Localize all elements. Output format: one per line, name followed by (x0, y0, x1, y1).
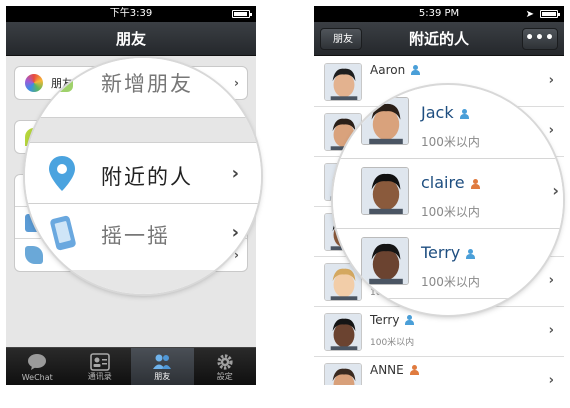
battery-icon (232, 10, 252, 18)
chevron-right-icon: › (552, 111, 559, 130)
person-name: Jack (421, 103, 469, 122)
status-bar: 5:39 PM ➤ (314, 6, 564, 22)
male-gender-icon (466, 249, 476, 259)
magnified-list-item[interactable]: Terry 100米以内 › (333, 229, 563, 299)
tab-label: 朋友 (154, 372, 171, 381)
person-name: claire (421, 173, 480, 192)
chevron-right-icon: › (548, 373, 554, 385)
shake-phone-icon (50, 215, 76, 251)
magnifier-right: Jack 100米以内 › claire 100米以内 › Terry 100米… (333, 85, 563, 315)
chevron-right-icon: › (552, 251, 559, 270)
magnified-row-add-friend[interactable]: 新增朋友 › (25, 58, 261, 118)
chevron-right-icon: › (548, 323, 554, 338)
page-title: 附近的人 (408, 30, 469, 48)
male-gender-icon (459, 109, 469, 119)
avatar (361, 167, 409, 215)
tab-label: 設定 (216, 372, 233, 381)
magnified-row-nearby[interactable]: 附近的人 › (25, 142, 261, 204)
chevron-right-icon: › (548, 73, 554, 88)
person-name: Terry (370, 313, 415, 327)
gear-icon (217, 354, 233, 370)
tab-label: WeChat (21, 373, 53, 382)
male-gender-icon (405, 315, 415, 325)
chevron-right-icon: › (552, 181, 559, 200)
magnified-list-item[interactable]: Jack 100米以内 › (333, 89, 563, 159)
chat-bubble-icon (28, 354, 47, 370)
tab-bar: WeChat 通讯录 朋友 設定 (6, 347, 256, 385)
nav-bar: 朋友 (6, 22, 256, 56)
tab-wechat[interactable]: WeChat (6, 348, 69, 385)
tab-label: 通讯录 (87, 372, 112, 381)
contacts-card-icon (89, 353, 110, 371)
status-bar: 下午3:39 (6, 6, 256, 22)
status-time: 下午3:39 (109, 8, 153, 19)
person-name: Aaron (370, 63, 421, 77)
group-separator (25, 118, 261, 142)
more-button[interactable]: ••• (522, 28, 558, 50)
person-distance: 100米以内 (421, 275, 480, 289)
add-friend-icon (47, 66, 73, 92)
tab-friends[interactable]: 朋友 (131, 348, 194, 385)
chevron-right-icon: › (231, 222, 239, 243)
magnified-list-item[interactable]: claire 100米以内 › (333, 159, 563, 229)
status-time: 5:39 PM (418, 8, 460, 19)
person-name: ANNE (370, 363, 419, 377)
magnified-label: 新增朋友 (101, 72, 193, 96)
battery-level (234, 12, 247, 16)
nav-bar: 朋友 附近的人 ••• (314, 22, 564, 56)
male-gender-icon (411, 65, 421, 75)
person-distance: 100米以内 (421, 205, 480, 219)
avatar (324, 313, 362, 351)
lens-background (25, 270, 261, 294)
magnified-label: 附近的人 (101, 165, 193, 189)
tab-settings[interactable]: 設定 (194, 348, 257, 385)
person-distance: 100米以内 (370, 338, 415, 348)
chevron-right-icon: › (231, 163, 239, 184)
tab-contacts[interactable]: 通讯录 (69, 348, 132, 385)
location-arrow-icon: ➤ (525, 9, 534, 20)
female-gender-icon (409, 365, 419, 375)
avatar (324, 363, 362, 385)
magnified-row-shake[interactable]: 摇一摇 › (25, 204, 261, 270)
battery-level (542, 12, 557, 16)
location-pin-icon (49, 156, 75, 191)
magnified-label: 摇一摇 (101, 224, 170, 248)
page-title: 朋友 (115, 30, 146, 48)
friends-icon (153, 354, 172, 369)
back-button[interactable]: 朋友 (320, 28, 362, 50)
magnifier-left: 新增朋友 › 附近的人 › 摇一摇 › (25, 58, 261, 294)
person-distance: 100米以内 (421, 135, 480, 149)
chevron-right-icon: › (231, 70, 239, 91)
female-gender-icon (470, 179, 480, 189)
battery-icon (540, 10, 560, 18)
list-item[interactable]: ANNE › (314, 357, 564, 385)
person-name: Terry (421, 243, 476, 262)
avatar (361, 237, 409, 285)
avatar (361, 97, 409, 145)
